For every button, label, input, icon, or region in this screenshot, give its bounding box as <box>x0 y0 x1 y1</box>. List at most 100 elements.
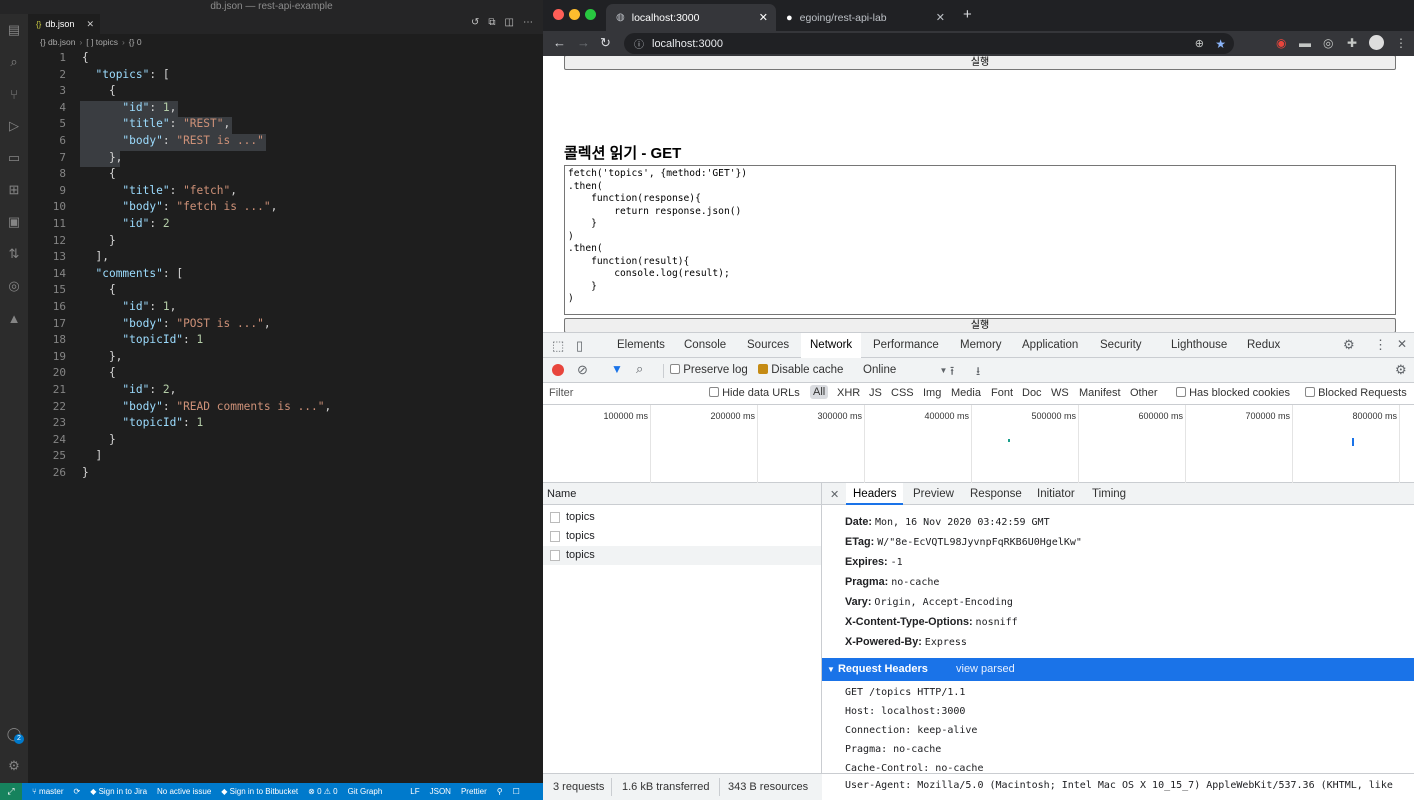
explorer-icon[interactable]: ▤ <box>6 22 22 38</box>
jira-status[interactable]: ◆ Sign in to Jira <box>90 787 147 796</box>
notifications-icon[interactable]: ☐ <box>513 787 520 796</box>
browser-tab-github[interactable]: ● egoing/rest-api-lab ✕ <box>776 4 953 31</box>
language-status[interactable]: JSON <box>430 787 451 796</box>
import-har-icon[interactable]: ⭱ <box>950 362 954 383</box>
run-button[interactable]: 실행 <box>564 56 1396 70</box>
eol-status[interactable]: LF <box>410 787 419 796</box>
problems-status[interactable]: ⊗ 0 ⚠ 0 <box>308 787 337 796</box>
menu-icon[interactable]: ⋮ <box>1395 36 1407 50</box>
settings-gear-icon[interactable]: ⚙ <box>1343 337 1355 353</box>
breadcrumb-index[interactable]: {} 0 <box>129 37 142 47</box>
remote-icon[interactable]: ⤢ <box>0 783 22 800</box>
network-overview[interactable]: 100000 ms 200000 ms 300000 ms 400000 ms … <box>543 405 1414 483</box>
zoom-icon[interactable]: ⊕ <box>1195 37 1204 50</box>
tab-memory[interactable]: Memory <box>960 339 1002 351</box>
live-share-icon[interactable]: ⚲ <box>497 787 503 796</box>
tab-network[interactable]: Network <box>801 333 862 358</box>
throttling-select[interactable]: Online ▼ <box>863 364 947 376</box>
filter-ws[interactable]: WS <box>1051 387 1069 399</box>
filter-js[interactable]: JS <box>869 387 882 399</box>
export-har-icon[interactable]: ⭳ <box>976 362 980 383</box>
browser-tab-localhost[interactable]: ◍ localhost:3000 ✕ <box>606 4 776 31</box>
tab-db-json[interactable]: {} db.json ✕ <box>28 14 100 34</box>
minimize-window-button[interactable] <box>569 9 580 20</box>
pull-request-icon[interactable]: ⇅ <box>6 246 22 262</box>
breadcrumb-topics[interactable]: [ ] topics <box>86 37 118 47</box>
forward-icon[interactable]: → <box>577 35 590 50</box>
bookmark-star-icon[interactable]: ★ <box>1215 37 1226 51</box>
bitbucket-status[interactable]: ◆ Sign in to Bitbucket <box>221 787 298 796</box>
zoom-window-button[interactable] <box>585 9 596 20</box>
new-tab-button[interactable]: + <box>963 6 972 23</box>
extension-icon[interactable]: ◎ <box>1323 36 1333 50</box>
git-graph-status[interactable]: Git Graph <box>348 787 383 796</box>
tab-security[interactable]: Security <box>1100 339 1142 351</box>
tab-initiator[interactable]: Initiator <box>1037 488 1075 500</box>
atlassian-icon[interactable]: ▲ <box>6 310 22 326</box>
run-debug-icon[interactable]: ▷ <box>6 118 22 134</box>
code-textarea[interactable]: fetch('topics', {method:'GET'}) .then( f… <box>564 165 1396 315</box>
tab-elements[interactable]: Elements <box>617 339 665 351</box>
settings-gear-icon[interactable]: ⚙ <box>6 758 22 774</box>
tab-preview[interactable]: Preview <box>913 488 954 500</box>
inspect-element-icon[interactable]: ⬚ <box>552 338 564 354</box>
info-icon[interactable]: ⓘ <box>634 36 644 51</box>
filter-media[interactable]: Media <box>951 387 981 399</box>
tab-lighthouse[interactable]: Lighthouse <box>1171 339 1227 351</box>
search-icon[interactable]: ⌕ <box>6 54 22 70</box>
request-row-selected[interactable]: topics <box>543 546 821 565</box>
search-icon[interactable]: ⌕ <box>636 361 643 377</box>
tab-performance[interactable]: Performance <box>873 339 939 351</box>
timeline-icon[interactable]: ↺ <box>471 17 479 28</box>
filter-doc[interactable]: Doc <box>1022 387 1042 399</box>
view-parsed-link[interactable]: view parsed <box>956 658 1015 681</box>
network-settings-icon[interactable]: ⚙ <box>1395 362 1407 378</box>
tab-console[interactable]: Console <box>684 339 726 351</box>
blocked-requests-checkbox[interactable]: Blocked Requests <box>1305 387 1407 399</box>
close-icon[interactable]: ✕ <box>86 19 94 30</box>
breadcrumb-file[interactable]: {} db.json <box>40 37 75 47</box>
source-control-icon[interactable]: ⑂ <box>6 86 22 102</box>
tab-response[interactable]: Response <box>970 488 1022 500</box>
filter-all[interactable]: All <box>810 385 829 399</box>
tab-application[interactable]: Application <box>1022 339 1078 351</box>
filter-xhr[interactable]: XHR <box>837 387 860 399</box>
tab-timing[interactable]: Timing <box>1092 488 1126 500</box>
tab-headers[interactable]: Headers <box>846 483 904 505</box>
filter-font[interactable]: Font <box>991 387 1013 399</box>
split-editor-icon[interactable]: ◫ <box>505 17 514 28</box>
filter-other[interactable]: Other <box>1130 387 1158 399</box>
close-detail-icon[interactable]: ✕ <box>830 488 839 501</box>
filter-icon[interactable]: ▼ <box>611 362 623 376</box>
disable-cache-checkbox[interactable]: Disable cache <box>758 364 843 376</box>
more-actions-icon[interactable]: ⋯ <box>523 17 533 28</box>
run-button[interactable]: 실행 <box>564 318 1396 332</box>
request-row[interactable]: topics <box>543 508 821 527</box>
url-text[interactable]: localhost:3000 <box>652 38 723 50</box>
sync-icon[interactable]: ⟳ <box>73 787 80 796</box>
close-tab-icon[interactable]: ✕ <box>759 11 768 24</box>
prettier-status[interactable]: Prettier <box>461 787 487 796</box>
remote-explorer-icon[interactable]: ▭ <box>6 150 22 166</box>
record-button[interactable] <box>552 364 564 376</box>
filter-img[interactable]: Img <box>923 387 941 399</box>
close-window-button[interactable] <box>553 9 564 20</box>
device-toolbar-icon[interactable]: ▯ <box>576 338 583 354</box>
close-tab-icon[interactable]: ✕ <box>936 11 945 24</box>
extension-icon[interactable]: ◉ <box>1276 36 1286 50</box>
reload-icon[interactable]: ↻ <box>600 35 611 51</box>
back-icon[interactable]: ← <box>553 35 566 50</box>
docker-icon[interactable]: ▣ <box>6 214 22 230</box>
filter-input[interactable]: Filter <box>549 387 573 399</box>
extension-icon[interactable]: ▬ <box>1299 36 1311 50</box>
name-column-header[interactable]: Name <box>543 483 821 505</box>
issue-status[interactable]: No active issue <box>157 787 211 796</box>
extensions-puzzle-icon[interactable]: ✚ <box>1347 36 1357 50</box>
tab-sources[interactable]: Sources <box>747 339 789 351</box>
request-headers-section[interactable]: ▼ Request Headers view parsed <box>822 658 1414 681</box>
code-editor[interactable]: 1 {2 "topics": [3 {4 "id": 1, 5 "title": "… <box>28 49 543 779</box>
open-changes-icon[interactable]: ⧉ <box>488 17 495 28</box>
profile-avatar[interactable] <box>1369 35 1384 50</box>
blocked-cookies-checkbox[interactable]: Has blocked cookies <box>1176 387 1290 399</box>
tab-redux[interactable]: Redux <box>1247 339 1280 351</box>
